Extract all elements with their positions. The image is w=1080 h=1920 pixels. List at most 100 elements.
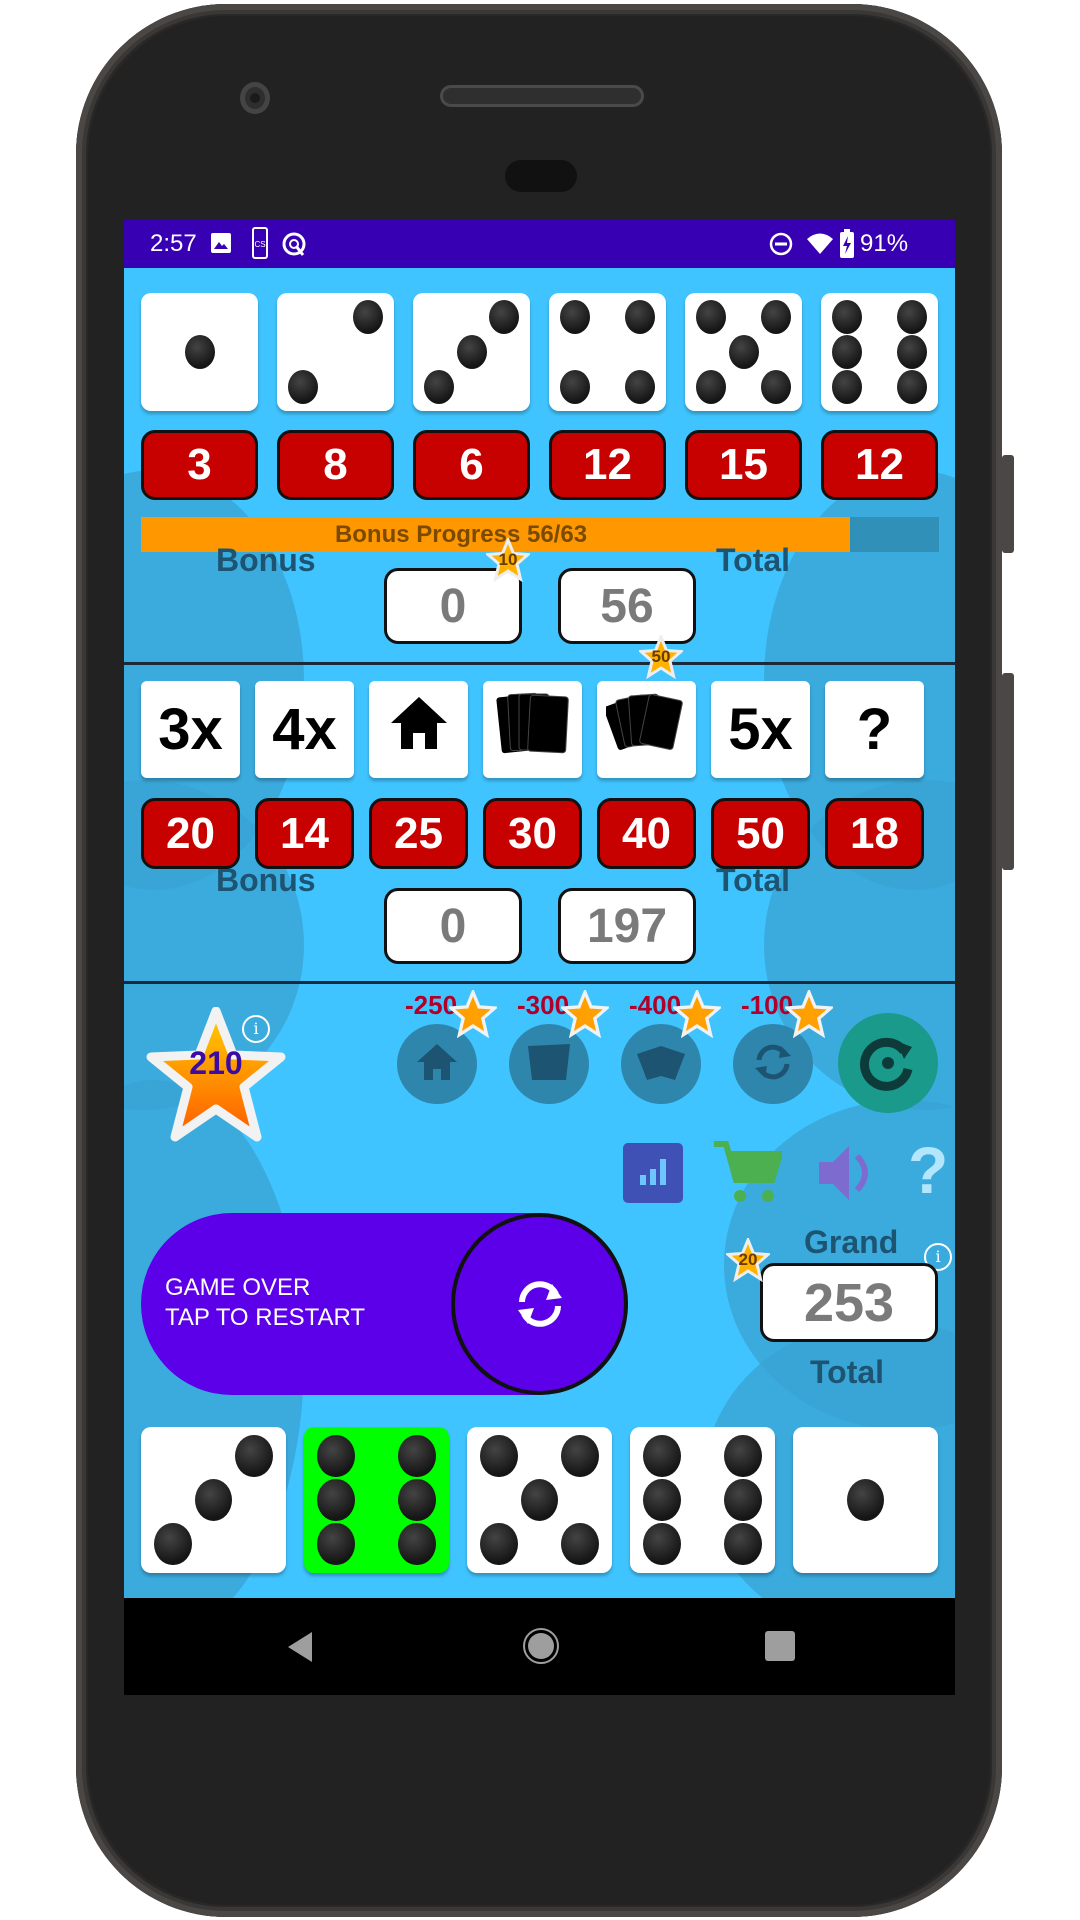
reroll-icon xyxy=(751,1040,795,1089)
upper-die-4 xyxy=(549,293,666,411)
image-icon xyxy=(211,233,231,253)
lower-score-2[interactable]: 14 xyxy=(255,798,354,869)
die-pip xyxy=(423,370,454,405)
die-pip xyxy=(398,1522,436,1566)
five-of-a-kind-label: 5x xyxy=(728,697,793,762)
die-pip xyxy=(728,335,759,369)
die-pip xyxy=(561,1522,599,1566)
roll-die[interactable] xyxy=(630,1427,775,1573)
grand-total-value: 253 xyxy=(760,1263,938,1342)
lower-score-1[interactable]: 20 xyxy=(141,798,240,869)
roll-die-held[interactable] xyxy=(304,1427,449,1573)
die-pip xyxy=(897,335,928,369)
star-icon xyxy=(559,987,611,1039)
small-straight-cards-icon xyxy=(495,690,571,770)
four-of-a-kind-label: 4x xyxy=(272,697,337,762)
die-pip xyxy=(897,370,928,405)
die-pip xyxy=(398,1478,436,1522)
die-pip xyxy=(559,299,590,334)
grand-total-label: Total xyxy=(810,1354,885,1390)
die-pip xyxy=(625,370,656,405)
stars-info-icon[interactable]: i xyxy=(242,1015,270,1043)
die-pip xyxy=(154,1522,192,1566)
power-button xyxy=(1002,455,1014,553)
home-icon[interactable] xyxy=(522,1627,560,1665)
tap-to-restart-text: TAP TO RESTART xyxy=(165,1304,366,1331)
roll-die[interactable] xyxy=(141,1427,286,1573)
die-pip xyxy=(897,299,928,334)
vpn-q-icon xyxy=(282,232,306,256)
stats-button[interactable] xyxy=(623,1143,683,1203)
section-divider xyxy=(124,662,955,665)
upper-score-2[interactable]: 8 xyxy=(277,430,394,500)
die-pip xyxy=(235,1434,273,1478)
lower-bonus-value: 0 xyxy=(384,888,522,964)
section-divider xyxy=(124,981,955,984)
restart-circle-button[interactable] xyxy=(451,1213,628,1395)
lower-score-7[interactable]: 18 xyxy=(825,798,924,869)
front-camera xyxy=(240,82,270,114)
upper-score-4[interactable]: 12 xyxy=(549,430,666,500)
grand-star-badge: 20 xyxy=(724,1236,772,1283)
upper-die-3 xyxy=(413,293,530,411)
die-pip xyxy=(761,299,792,334)
die-pip xyxy=(559,370,590,405)
star-count: 210 xyxy=(189,1045,243,1081)
upper-score-1[interactable]: 3 xyxy=(141,430,258,500)
category-tile-small-straight-cards-icon[interactable] xyxy=(483,681,582,778)
back-icon[interactable] xyxy=(284,1630,314,1664)
cart-icon[interactable] xyxy=(712,1140,782,1206)
battery-percentage: 91% xyxy=(860,230,909,257)
game-over-text: GAME OVER xyxy=(165,1274,311,1301)
die-pip xyxy=(846,1478,885,1522)
category-tile-house-icon[interactable] xyxy=(369,681,468,778)
category-tile-large-straight-cards-icon[interactable] xyxy=(597,681,696,778)
die-pip xyxy=(194,1478,233,1522)
bonus-star-badge: 10 xyxy=(484,536,532,583)
category-tile-five-of-a-kind[interactable]: 5x xyxy=(711,681,810,778)
upper-total-label: Total xyxy=(716,542,791,578)
do-not-disturb-icon xyxy=(769,232,793,256)
roll-die[interactable] xyxy=(467,1427,612,1573)
die-pip xyxy=(520,1478,559,1522)
die-pip xyxy=(480,1434,518,1478)
upper-bonus-label: Bonus xyxy=(216,542,316,578)
category-tile-four-of-a-kind[interactable]: 4x xyxy=(255,681,354,778)
five-kind-star-badge: 50 xyxy=(637,633,685,680)
category-tile-chance[interactable]: ? xyxy=(825,681,924,778)
bonus-star-value: 10 xyxy=(498,550,518,569)
lower-score-5[interactable]: 40 xyxy=(597,798,696,869)
proximity-sensor xyxy=(505,160,577,192)
volume-button xyxy=(1002,673,1014,870)
new-game-button[interactable] xyxy=(838,1013,938,1113)
die-pip xyxy=(643,1522,681,1566)
status-bar: 2:57 CS 91% xyxy=(124,220,955,268)
grand-star-value: 20 xyxy=(738,1250,758,1269)
roll-die[interactable] xyxy=(793,1427,938,1573)
die-pip xyxy=(695,370,726,405)
die-pip xyxy=(480,1522,518,1566)
lower-score-3[interactable]: 25 xyxy=(369,798,468,869)
lower-score-4[interactable]: 30 xyxy=(483,798,582,869)
die-pip xyxy=(489,299,520,334)
recents-icon[interactable] xyxy=(764,1630,796,1662)
lower-score-6[interactable]: 50 xyxy=(711,798,810,869)
help-icon[interactable]: ? xyxy=(908,1132,948,1208)
die-pip xyxy=(695,299,726,334)
die-pip xyxy=(831,370,862,405)
upper-score-3[interactable]: 6 xyxy=(413,430,530,500)
die-pip xyxy=(317,1434,355,1478)
star-icon xyxy=(783,987,835,1039)
screen-capture-icon: CS xyxy=(252,227,268,259)
star-icon xyxy=(671,987,723,1039)
upper-score-6[interactable]: 12 xyxy=(821,430,938,500)
upper-die-5 xyxy=(685,293,802,411)
die-pip xyxy=(625,299,656,334)
upper-total-value: 56 xyxy=(558,568,696,644)
category-tile-three-of-a-kind[interactable]: 3x xyxy=(141,681,240,778)
chance-label: ? xyxy=(856,697,893,762)
die-pip xyxy=(761,370,792,405)
upper-score-5[interactable]: 15 xyxy=(685,430,802,500)
cards-fan-icon xyxy=(635,1042,687,1087)
sound-icon[interactable] xyxy=(815,1140,879,1206)
